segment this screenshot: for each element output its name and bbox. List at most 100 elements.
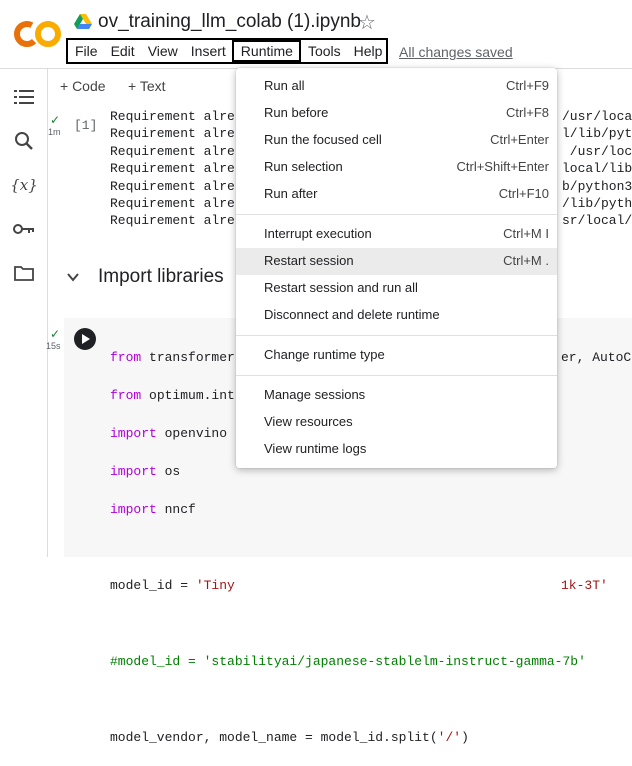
menu-item-shortcut: Ctrl+Enter (490, 132, 549, 147)
menu-item-shortcut: Ctrl+M . (503, 253, 549, 268)
variables-icon[interactable]: {x} (10, 173, 38, 197)
secrets-key-icon[interactable] (12, 217, 36, 241)
code-string: 'Tiny (195, 578, 235, 593)
menu-item-label: Manage sessions (264, 387, 366, 402)
output-line: Requirement alre (110, 161, 235, 177)
code-line: import nncf (110, 500, 586, 519)
code-keyword: import (110, 426, 157, 441)
menu-item-run-focused-cell[interactable]: Run the focused cell Ctrl+Enter (236, 127, 557, 154)
cell-success-check-icon: ✓ (50, 327, 61, 341)
output-line: Requirement alre (110, 143, 235, 159)
menu-item-label: Restart session (264, 253, 354, 268)
code-text: openvino (156, 426, 228, 441)
menu-item-manage-sessions[interactable]: Manage sessions (236, 382, 557, 409)
code-text: model_vendor, model_name = model_id.spli… (110, 730, 438, 745)
output-line: l/lib/pyth (562, 126, 632, 142)
add-text-button[interactable]: + Text (128, 78, 166, 94)
output-line: Requirement alre (110, 196, 235, 212)
code-comment: #model_id = 'stabilityai/japanese-stable… (110, 654, 586, 669)
output-line: b/python3. (562, 178, 632, 194)
star-icon[interactable]: ☆ (358, 12, 376, 34)
menu-help[interactable]: Help (347, 40, 389, 62)
output-line: sr/local/l (562, 213, 632, 229)
cell-output: Requirement alre Requirement alre Requirem… (110, 108, 235, 230)
cell-exec-time: 15s (46, 341, 61, 351)
cell-exec-time: 1m (48, 127, 61, 137)
menu-edit[interactable]: Edit (104, 40, 141, 62)
menu-item-label: Restart session and run all (264, 280, 418, 295)
output-line: /usr/local (562, 109, 632, 124)
cell-success-check-icon: ✓ (50, 113, 61, 127)
menu-separator (236, 214, 557, 215)
code-line: model_id = 'Tiny 1k-3T' (110, 576, 608, 595)
menu-separator (236, 375, 557, 376)
menu-runtime[interactable]: Runtime (231, 40, 301, 62)
menu-item-view-runtime-logs[interactable]: View runtime logs (236, 436, 557, 463)
section-heading: Import libraries (98, 266, 224, 287)
code-string: '/' (437, 730, 462, 745)
run-cell-button[interactable] (74, 328, 96, 350)
menu-item-run-all[interactable]: Run all Ctrl+F9 (236, 73, 557, 100)
code-text: optimum.int (141, 388, 235, 403)
search-icon[interactable] (12, 129, 36, 153)
code-text: os (156, 464, 181, 479)
code-keyword: import (110, 464, 157, 479)
menu-item-label: Run the focused cell (264, 132, 382, 147)
menu-item-restart-and-run-all[interactable]: Restart session and run all (236, 275, 557, 302)
code-line: model_vendor, model_name = model_id.spli… (110, 728, 586, 747)
code-text: ) (461, 730, 469, 745)
menu-separator (236, 335, 557, 336)
menu-tools[interactable]: Tools (301, 40, 347, 62)
chevron-down-icon[interactable] (66, 266, 80, 287)
output-line: /usr/loca (569, 143, 632, 159)
menu-item-label: Disconnect and delete runtime (264, 307, 440, 322)
menu-item-label: Change runtime type (264, 347, 385, 362)
menu-item-label: View runtime logs (264, 441, 367, 456)
code-keyword: import (110, 502, 157, 517)
runtime-menu-dropdown: Run all Ctrl+F9 Run before Ctrl+F8 Run the… (236, 68, 557, 468)
menu-item-shortcut: Ctrl+Shift+Enter (456, 159, 550, 174)
notebook-title[interactable]: ov_training_llm_colab (1).ipynb (98, 11, 361, 33)
code-text: transformer (141, 350, 235, 365)
menu-item-change-runtime-type[interactable]: Change runtime type (236, 342, 557, 369)
left-sidebar: {x} (0, 69, 48, 557)
menu-item-disconnect-delete-runtime[interactable]: Disconnect and delete runtime (236, 302, 557, 329)
code-text: er, AutoCo (561, 350, 632, 365)
menu-item-shortcut: Ctrl+F9 (506, 78, 549, 93)
menu-item-label: Interrupt execution (264, 226, 372, 241)
menu-item-restart-session[interactable]: Restart session Ctrl+M . (236, 248, 557, 275)
cell-output-continued: /usr/local l/lib/pyth /usr/loca local/lib/… (562, 108, 632, 230)
menu-item-label: Run before (264, 105, 329, 120)
code-line: #model_id = 'stabilityai/japanese-stable… (110, 652, 586, 671)
menu-item-run-after[interactable]: Run after Ctrl+F10 (236, 181, 557, 208)
output-line: Requirement alre (110, 126, 235, 142)
google-drive-icon[interactable] (74, 14, 92, 30)
menu-insert[interactable]: Insert (184, 40, 232, 62)
cell-exec-count: [1] (74, 118, 98, 133)
code-keyword: from (110, 350, 142, 365)
output-line: Requirement alre (110, 213, 235, 229)
code-text: nncf (156, 502, 196, 517)
output-line: Requirement alre (110, 109, 235, 124)
menu-item-label: Run selection (264, 159, 343, 174)
menu-view[interactable]: View (141, 40, 184, 62)
menu-item-interrupt-execution[interactable]: Interrupt execution Ctrl+M I (236, 221, 557, 248)
code-keyword: from (110, 388, 142, 403)
menu-item-run-before[interactable]: Run before Ctrl+F8 (236, 100, 557, 127)
menu-item-run-selection[interactable]: Run selection Ctrl+Shift+Enter (236, 154, 557, 181)
add-code-button[interactable]: + Code (60, 78, 106, 94)
menu-item-label: Run all (264, 78, 305, 93)
files-folder-icon[interactable] (12, 261, 36, 285)
output-line: local/lib/ (562, 161, 632, 177)
menu-item-view-resources[interactable]: View resources (236, 409, 557, 436)
save-status-link[interactable]: All changes saved (399, 44, 513, 60)
table-of-contents-icon[interactable] (12, 85, 36, 109)
output-line: /lib/pytho (562, 196, 632, 212)
code-text: model_id = (110, 578, 196, 593)
menu-bar: File Edit View Insert Runtime Tools Help (66, 38, 388, 64)
output-line: Requirement alre (110, 178, 235, 194)
menu-file[interactable]: File (68, 40, 104, 62)
